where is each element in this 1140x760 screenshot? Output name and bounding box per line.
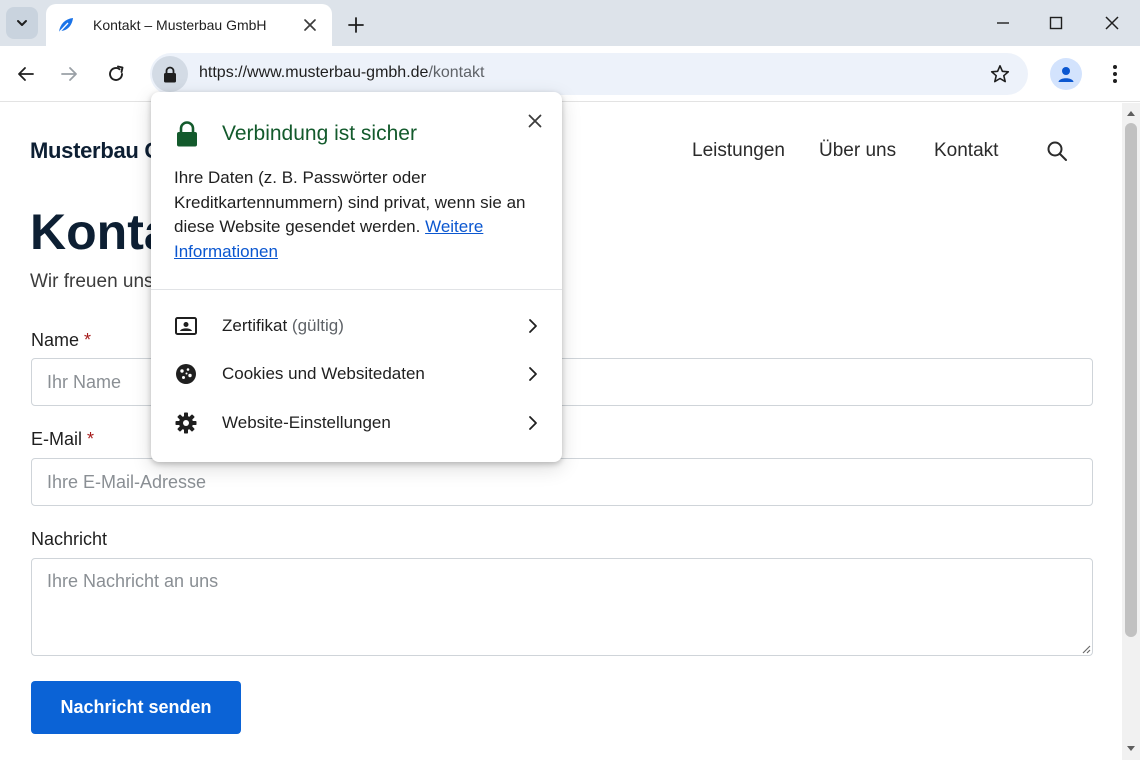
name-label: Name * xyxy=(31,330,91,351)
chevron-right-icon xyxy=(521,362,545,386)
site-info-popup: Verbindung ist sicher Ihre Daten (z. B. … xyxy=(151,92,562,462)
url-path: /kontakt xyxy=(428,64,485,81)
site-info-button[interactable] xyxy=(152,56,188,92)
arrow-right-icon xyxy=(61,67,77,81)
lock-icon xyxy=(164,66,176,82)
tab-search-button[interactable] xyxy=(6,7,38,39)
name-label-text: Name xyxy=(31,330,80,350)
email-label-text: E-Mail xyxy=(31,429,83,449)
leaf-favicon-icon xyxy=(56,15,76,35)
secure-lock-icon xyxy=(177,121,197,147)
message-label: Nachricht xyxy=(31,529,108,549)
gear-icon xyxy=(174,411,198,435)
close-icon xyxy=(1105,16,1119,30)
email-input[interactable] xyxy=(31,458,1093,506)
site-settings-label: Website-Einstellungen xyxy=(222,413,391,432)
search-icon xyxy=(1047,141,1067,161)
maximize-icon xyxy=(1049,16,1063,30)
chevron-down-icon xyxy=(17,20,27,26)
chevron-right-icon xyxy=(521,314,545,338)
popup-title: Verbindung ist sicher xyxy=(222,122,417,145)
site-logo[interactable]: Musterbau G xyxy=(30,138,161,164)
cookie-icon xyxy=(174,362,198,386)
profile-button[interactable] xyxy=(1050,58,1082,90)
popup-row-label: Zertifikat (gültig) xyxy=(222,316,344,336)
certificate-icon xyxy=(174,314,198,338)
email-label: E-Mail * xyxy=(31,429,94,450)
certificate-label: Zertifikat xyxy=(222,316,288,335)
more-vertical-icon xyxy=(1113,65,1117,83)
active-tab[interactable]: Kontakt – Musterbau GmbH xyxy=(46,4,332,46)
tab-strip: Kontakt – Musterbau GmbH xyxy=(0,0,1140,46)
page-subtitle: Wir freuen uns xyxy=(30,271,154,292)
site-search-button[interactable] xyxy=(1044,138,1070,164)
address-bar[interactable]: https://www.musterbau-gmbh.de/kontakt xyxy=(150,53,1028,95)
person-icon xyxy=(1058,67,1074,82)
popup-divider xyxy=(151,289,562,290)
certificate-status: (gültig) xyxy=(291,316,344,335)
message-textarea[interactable] xyxy=(31,558,1093,656)
tab-title: Kontakt – Musterbau GmbH xyxy=(93,17,267,33)
minimize-button[interactable] xyxy=(988,8,1018,38)
popup-row-cookies[interactable]: Cookies und Websitedaten xyxy=(151,351,562,397)
cookies-label: Cookies und Websitedaten xyxy=(222,364,425,383)
nav-link-kontakt[interactable]: Kontakt xyxy=(934,140,998,162)
forward-button[interactable] xyxy=(53,58,85,90)
scroll-up-arrow-icon[interactable] xyxy=(1125,107,1137,119)
minimize-icon xyxy=(997,22,1009,24)
close-icon xyxy=(528,114,542,128)
chevron-right-icon xyxy=(521,411,545,435)
submit-button[interactable]: Nachricht senden xyxy=(31,681,241,734)
close-window-button[interactable] xyxy=(1097,8,1127,38)
scroll-down-arrow-icon[interactable] xyxy=(1125,743,1137,755)
required-marker: * xyxy=(87,429,95,449)
plus-icon xyxy=(348,17,364,33)
bookmark-star-button[interactable] xyxy=(988,62,1012,86)
popup-row-certificate[interactable]: Zertifikat (gültig) xyxy=(151,303,562,349)
close-tab-icon[interactable] xyxy=(298,13,322,37)
nav-link-leistungen[interactable]: Leistungen xyxy=(692,140,785,162)
star-icon xyxy=(990,65,1010,83)
popup-row-site-settings[interactable]: Website-Einstellungen xyxy=(151,400,562,446)
resize-grip-icon[interactable] xyxy=(1079,642,1091,654)
url-host: https://www.musterbau-gmbh.de xyxy=(199,64,429,81)
scrollbar-thumb[interactable] xyxy=(1125,123,1137,637)
maximize-button[interactable] xyxy=(1041,8,1071,38)
new-tab-button[interactable] xyxy=(342,11,370,39)
required-marker: * xyxy=(84,330,92,350)
page-scrollbar[interactable] xyxy=(1122,103,1140,760)
nav-link-ueber-uns[interactable]: Über uns xyxy=(819,140,896,162)
back-button[interactable] xyxy=(10,58,42,90)
browser-menu-button[interactable] xyxy=(1101,58,1129,90)
popup-description: Ihre Daten (z. B. Passwörter oder Kredit… xyxy=(174,166,534,264)
reload-button[interactable] xyxy=(100,58,132,90)
reload-icon xyxy=(109,65,124,81)
arrow-left-icon xyxy=(18,67,34,81)
url-text[interactable]: https://www.musterbau-gmbh.de/kontakt xyxy=(199,64,484,82)
popup-close-button[interactable] xyxy=(523,109,547,133)
